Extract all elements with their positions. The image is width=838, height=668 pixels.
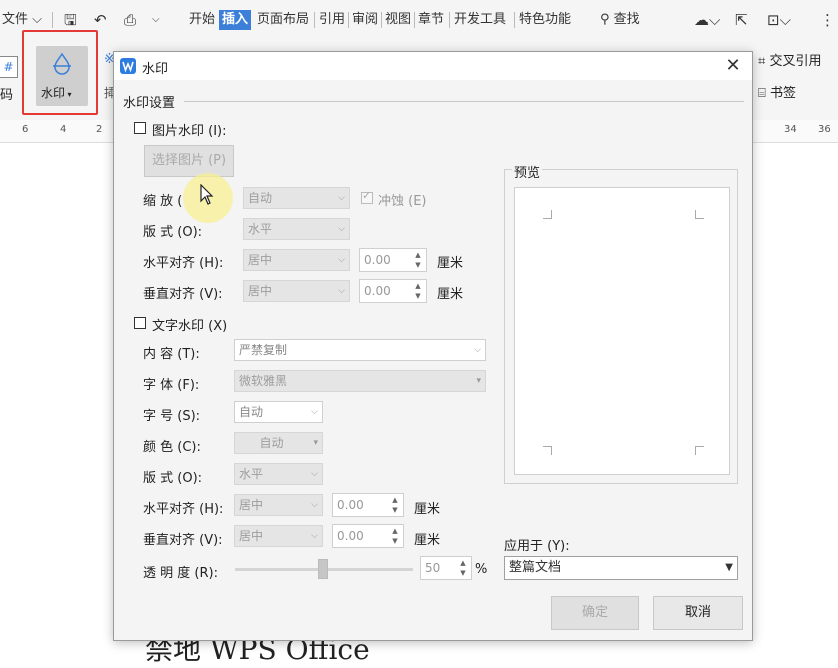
wps-logo-icon: [120, 58, 136, 74]
unit-label: 厘米: [437, 287, 464, 302]
content-label: 内 容 (T):: [143, 347, 200, 362]
mouse-cursor-icon: [200, 183, 216, 211]
washout-label: 冲蚀 (E): [378, 194, 427, 209]
ruler-mark: 2: [96, 124, 103, 135]
tab-start[interactable]: 开始: [187, 10, 217, 30]
tab-chapter[interactable]: 章节: [416, 10, 446, 30]
search-icon: ⚲: [600, 12, 610, 27]
separator: [52, 12, 53, 28]
text-layout-select[interactable]: 水平 ⌵: [234, 463, 323, 485]
choose-picture-button[interactable]: 选择图片 (P): [144, 145, 234, 177]
transparency-input[interactable]: 50 ▲ ▼: [420, 556, 472, 580]
ruler-mark: 36: [818, 124, 831, 135]
menu-bar: 文件 ⌵ 🖫 ↶ ⎙ ⌵ 开始 插入 页面布局 引用 审阅 视图 章节 开发工具…: [0, 0, 838, 40]
menu-file[interactable]: 文件 ⌵: [0, 10, 44, 30]
more-dropdown-icon[interactable]: ⌵: [150, 10, 162, 30]
dialog-titlebar[interactable]: 水印 ✕: [114, 52, 752, 80]
separator: [348, 12, 349, 28]
text-v-offset-input[interactable]: 0.00 ▲ ▼: [332, 524, 404, 548]
tab-developer[interactable]: 开发工具: [452, 10, 508, 30]
picture-v-offset-input[interactable]: 0.00 ▲ ▼: [359, 279, 427, 303]
washout-checkbox[interactable]: ✓: [361, 189, 373, 204]
percent-label: %: [475, 562, 488, 577]
separator: [449, 12, 450, 28]
separator: [514, 12, 515, 28]
picture-h-offset-input[interactable]: 0.00 ▲ ▼: [359, 248, 427, 272]
text-layout-label: 版 式 (O):: [143, 471, 203, 486]
preview-margin-corner: [543, 446, 552, 455]
font-select[interactable]: 微软雅黑 ▾: [234, 370, 486, 392]
save-icon[interactable]: 🖫: [62, 10, 79, 30]
color-label: 颜 色 (C):: [143, 440, 201, 455]
tab-view[interactable]: 视图: [383, 10, 413, 30]
preview-margin-corner: [695, 210, 704, 219]
unit-label: 厘米: [414, 533, 441, 548]
tab-review[interactable]: 审阅: [350, 10, 380, 30]
bookmark-icon: ⌸: [758, 86, 766, 101]
separator: [414, 12, 415, 28]
page-number-icon[interactable]: #: [0, 56, 18, 78]
separator: [381, 12, 382, 28]
text-watermark-label: 文字水印 (X): [152, 319, 228, 334]
picture-layout-select[interactable]: 水平 ⌵: [243, 218, 350, 240]
picture-watermark-label: 图片水印 (I):: [152, 124, 227, 139]
highlight-box: [22, 30, 98, 115]
ruler-mark: 6: [22, 124, 29, 135]
ruler-mark: 34: [784, 124, 797, 135]
search-button[interactable]: ⚲ 查找: [598, 10, 642, 30]
tab-page-layout[interactable]: 页面布局: [255, 10, 311, 30]
cross-reference-button[interactable]: ⌗ 交叉引用: [758, 50, 821, 69]
size-label: 字 号 (S):: [143, 409, 201, 424]
picture-layout-label: 版 式 (O):: [143, 225, 203, 240]
watermark-dialog: 水印 ✕ 水印设置 图片水印 (I): 选择图片 (P) 缩 放 ( 自动 ⌵ ✓…: [113, 51, 753, 641]
cloud-icon[interactable]: ☁︎⌵: [692, 10, 722, 30]
text-v-align-select[interactable]: 居中 ⌵: [234, 525, 323, 547]
tab-insert[interactable]: 插入: [219, 10, 252, 30]
text-h-offset-input[interactable]: 0.00 ▲ ▼: [332, 493, 404, 517]
dialog-title: 水印: [142, 62, 169, 77]
section-divider: [184, 101, 744, 102]
preview-margin-corner: [695, 446, 704, 455]
content-select[interactable]: 严禁复制 ⌵: [234, 339, 486, 361]
unit-label: 厘米: [437, 256, 464, 271]
cancel-button[interactable]: 取消: [653, 596, 743, 630]
overflow-icon[interactable]: ⋮: [818, 10, 837, 30]
ribbon-partial-label: 码: [0, 88, 14, 103]
color-select[interactable]: 自动 ▾: [234, 432, 323, 454]
text-h-align-label: 水平对齐 (H):: [143, 502, 224, 517]
picture-v-align-select[interactable]: 居中 ⌵: [243, 280, 350, 302]
separator: [314, 12, 315, 28]
text-v-align-label: 垂直对齐 (V):: [143, 533, 223, 548]
ruler-mark: 4: [60, 124, 67, 135]
preview-page: [514, 187, 730, 475]
preview-label: 预览: [512, 162, 543, 181]
more-icon[interactable]: ⊡⌵: [765, 10, 793, 30]
print-icon[interactable]: ⎙: [122, 10, 138, 30]
font-label: 字 体 (F):: [143, 378, 200, 393]
size-select[interactable]: 自动 ⌵: [234, 401, 323, 423]
scale-label: 缩 放 (: [143, 194, 183, 209]
transparency-slider-thumb[interactable]: [318, 559, 328, 579]
apply-to-select[interactable]: 整篇文档 ▼: [504, 556, 738, 580]
picture-h-align-label: 水平对齐 (H):: [143, 256, 224, 271]
share-icon[interactable]: ⇱: [733, 10, 750, 30]
section-title: 水印设置: [123, 96, 176, 111]
scale-select[interactable]: 自动 ⌵: [243, 187, 350, 209]
apply-to-label: 应用于 (Y):: [504, 539, 570, 554]
tab-references[interactable]: 引用: [317, 10, 347, 30]
preview-margin-corner: [543, 210, 552, 219]
undo-icon[interactable]: ↶: [92, 10, 109, 30]
ok-button[interactable]: 确定: [551, 596, 639, 630]
picture-h-align-select[interactable]: 居中 ⌵: [243, 249, 350, 271]
bookmark-button[interactable]: ⌸ 书签: [758, 82, 796, 101]
picture-v-align-label: 垂直对齐 (V):: [143, 287, 223, 302]
tab-features[interactable]: 特色功能: [517, 10, 573, 30]
picture-watermark-checkbox[interactable]: [134, 122, 146, 134]
unit-label: 厘米: [414, 502, 441, 517]
cross-reference-icon: ⌗: [758, 54, 766, 69]
close-icon[interactable]: ✕: [720, 54, 746, 78]
text-watermark-checkbox[interactable]: [134, 317, 146, 329]
transparency-label: 透 明 度 (R):: [143, 566, 218, 581]
text-h-align-select[interactable]: 居中 ⌵: [234, 494, 323, 516]
